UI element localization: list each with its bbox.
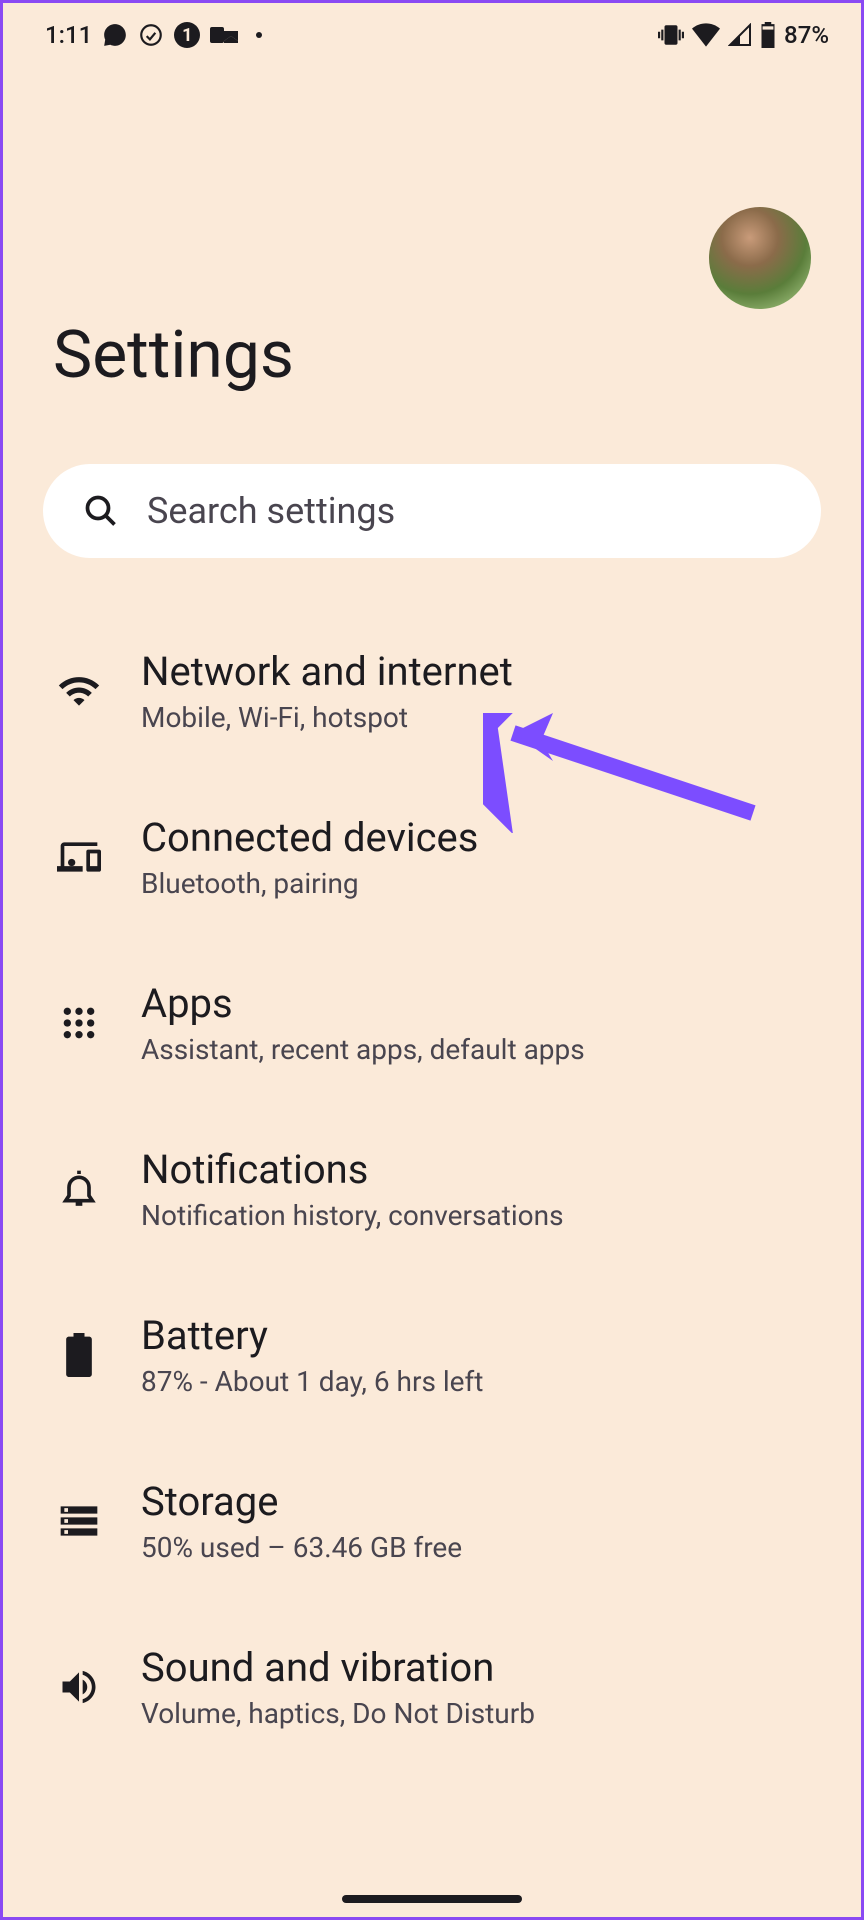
settings-item-network[interactable]: Network and internet Mobile, Wi-Fi, hots… (33, 608, 831, 774)
item-title: Apps (141, 980, 585, 1027)
devices-icon (53, 831, 105, 883)
settings-item-connected-devices[interactable]: Connected devices Bluetooth, pairing (33, 774, 831, 940)
battery-percent: 87% (784, 21, 829, 49)
apps-icon (53, 997, 105, 1049)
item-title: Connected devices (141, 814, 478, 861)
signal-icon (728, 23, 752, 47)
vibrate-icon (658, 22, 684, 48)
status-right: 87% (658, 21, 829, 49)
settings-item-storage[interactable]: Storage 50% used – 63.46 GB free (33, 1438, 831, 1604)
item-subtitle: 87% - About 1 day, 6 hrs left (141, 1365, 483, 1398)
wifi-status-icon (692, 23, 720, 47)
settings-item-notifications[interactable]: Notifications Notification history, conv… (33, 1106, 831, 1272)
more-notifications-dot (256, 32, 262, 38)
profile-avatar[interactable] (709, 207, 811, 309)
cloud-sync-icon (138, 22, 164, 48)
battery-status-icon (760, 22, 776, 48)
search-placeholder: Search settings (147, 490, 395, 532)
notification-count-badge: 1 (174, 22, 200, 48)
bell-icon (53, 1163, 105, 1215)
sound-icon (53, 1661, 105, 1713)
battery-icon (53, 1329, 105, 1381)
wifi-icon (53, 665, 105, 717)
item-subtitle: Mobile, Wi-Fi, hotspot (141, 701, 513, 734)
item-subtitle: Bluetooth, pairing (141, 867, 478, 900)
status-left: 1:11 1 (45, 21, 262, 49)
status-bar: 1:11 1 87% (3, 3, 861, 67)
item-subtitle: Volume, haptics, Do Not Disturb (141, 1697, 535, 1730)
item-title: Network and internet (141, 648, 513, 695)
search-icon (83, 493, 119, 529)
item-title: Storage (141, 1478, 462, 1525)
header: Settings (3, 67, 861, 434)
item-subtitle: Assistant, recent apps, default apps (141, 1033, 585, 1066)
settings-item-apps[interactable]: Apps Assistant, recent apps, default app… (33, 940, 831, 1106)
storage-icon (53, 1495, 105, 1547)
outlook-icon (210, 22, 240, 48)
navigation-handle[interactable] (342, 1895, 522, 1903)
search-bar[interactable]: Search settings (43, 464, 821, 558)
status-time: 1:11 (45, 21, 92, 49)
item-subtitle: 50% used – 63.46 GB free (141, 1531, 462, 1564)
item-title: Battery (141, 1312, 483, 1359)
item-title: Notifications (141, 1146, 564, 1193)
settings-item-battery[interactable]: Battery 87% - About 1 day, 6 hrs left (33, 1272, 831, 1438)
settings-list: Network and internet Mobile, Wi-Fi, hots… (3, 608, 861, 1770)
item-title: Sound and vibration (141, 1644, 535, 1691)
settings-item-sound[interactable]: Sound and vibration Volume, haptics, Do … (33, 1604, 831, 1770)
item-subtitle: Notification history, conversations (141, 1199, 564, 1232)
chat-icon (102, 22, 128, 48)
page-title: Settings (53, 317, 811, 394)
